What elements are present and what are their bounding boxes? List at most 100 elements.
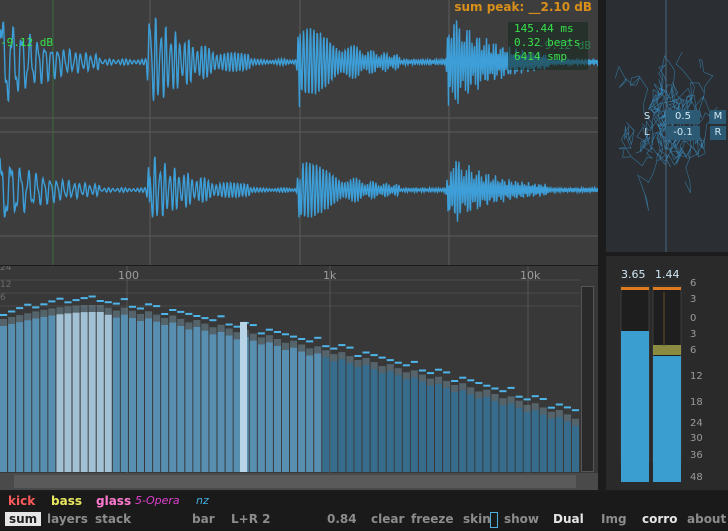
spectrum-bar (273, 346, 281, 472)
skin-button[interactable]: skin (463, 512, 491, 526)
about-button[interactable]: about (687, 512, 726, 526)
spectrum-peak (322, 345, 330, 348)
spectrum-bar (112, 317, 120, 472)
spectrum-bar-shadow (483, 389, 491, 397)
spectrum-bar-shadow (547, 411, 555, 419)
spectrum-bar (128, 317, 136, 472)
channel-mode-button[interactable]: L+R 2 (231, 512, 270, 526)
spectrum-bar-shadow (354, 360, 362, 367)
spectrum-bar (177, 325, 185, 472)
spectrum-bar-shadow (0, 319, 8, 326)
meter-right-hold (653, 345, 681, 355)
spectrum-peak (435, 368, 443, 371)
spectrum-peak (48, 300, 56, 303)
legend-nz[interactable]: nz (196, 494, 209, 507)
scrollbar-thumb[interactable] (14, 475, 576, 488)
sum-button[interactable]: sum (5, 512, 42, 526)
dual-button[interactable]: Dual (553, 512, 584, 526)
spectrum-bar-shadow (475, 391, 483, 399)
s-label: S (643, 111, 651, 122)
spectrum-peak (354, 355, 362, 357)
spectrum-peak (257, 332, 265, 335)
spectrum-bar-shadow (402, 372, 410, 380)
legend-5-opera[interactable]: 5-Opera (135, 494, 180, 507)
legend-kick[interactable]: kick (8, 494, 35, 508)
spectrum-peak (8, 310, 16, 313)
spectrum-bar-shadow (153, 314, 161, 322)
spectrum-bar (410, 377, 418, 472)
legend-glass[interactable]: glass (96, 494, 131, 508)
spectrum-peak (64, 301, 72, 304)
legend-bass[interactable]: bass (51, 494, 82, 508)
spectrum-bar (426, 385, 434, 472)
spectrum-peak (523, 398, 531, 401)
spectrum-bar-shadow (72, 305, 80, 313)
spectrum-bar (298, 351, 306, 472)
spectrum-panel[interactable]: 100 1k 10k 24 12 6 (0, 266, 598, 490)
db-tick-24: 24 (0, 266, 12, 273)
l-value: -0.1 (666, 126, 700, 140)
skin-swatch[interactable] (490, 512, 498, 528)
spectrum-bar-shadow (96, 305, 104, 312)
spectrum-bar-shadow (249, 333, 257, 341)
spectrum-vertical-scrollbar[interactable] (581, 286, 594, 472)
meter-scale-neg36: 36 (690, 450, 703, 461)
spectrum-bar (72, 312, 80, 472)
level-label: -9.12 dB (0, 36, 53, 49)
spectrum-bar (354, 367, 362, 472)
spectrum-bar-shadow (459, 383, 467, 391)
layers-button[interactable]: layers (47, 512, 88, 526)
clear-button[interactable]: clear (371, 512, 404, 526)
spectrum-bar (96, 312, 104, 472)
spectrum-peak (483, 384, 491, 387)
spectrum-bar-shadow (539, 407, 547, 415)
oscilloscope-panel[interactable]: -9.12 dB 145.44 ms 0.32 beats 6414 smp -… (0, 0, 598, 265)
spectrum-peak (80, 297, 88, 300)
spectrum-peak (330, 347, 338, 350)
bar-button[interactable]: bar (192, 512, 215, 526)
spectrum-peak (467, 379, 475, 382)
spectrum-bar (394, 375, 402, 472)
stack-button[interactable]: stack (95, 512, 131, 526)
meter-scale-3: 3 (690, 294, 697, 305)
spectrum-bar (201, 330, 209, 472)
spectrum-bar (451, 392, 459, 472)
spectrum-peak (128, 305, 136, 308)
spectrum-bar (136, 321, 144, 472)
meter-scale-neg6: 6 (690, 345, 697, 356)
spectrum-bar (257, 344, 265, 472)
spectrum-bar-shadow (467, 387, 475, 395)
spectrum-bar-shadow (330, 354, 338, 362)
spectrum-bar-shadow (435, 376, 443, 384)
spectrum-bar (249, 340, 257, 472)
spectrum-bar-shadow (410, 370, 418, 378)
spectrum-bar (322, 357, 330, 472)
db-tick-12: 12 (0, 280, 12, 290)
meter-scale-neg30: 30 (690, 433, 703, 444)
spectrum-bar-shadow (48, 308, 56, 316)
spectrum-bar-shadow (563, 414, 571, 422)
m-label: M (710, 110, 726, 124)
spectrum-bar (290, 347, 298, 472)
spectrum-bar-shadow (112, 310, 120, 318)
freq-label-100: 100 (118, 269, 139, 282)
freeze-button[interactable]: freeze (411, 512, 454, 526)
img-button[interactable]: Img (601, 512, 627, 526)
smoothing-value[interactable]: 0.84 (327, 512, 357, 526)
spectrum-peak (555, 403, 563, 406)
spectrum-bar (120, 314, 128, 472)
corro-button[interactable]: corro (642, 512, 677, 526)
spectrum-bar (402, 379, 410, 472)
spectrum-peak (136, 307, 144, 310)
spectrum-horizontal-scrollbar[interactable] (0, 473, 598, 490)
spectrum-bar (378, 373, 386, 472)
spectrum-bar-shadow (370, 362, 378, 370)
spectrum-peak (298, 338, 306, 340)
bottom-toolbar: sum layers stack bar L+R 2 0.84 clear fr… (0, 510, 728, 531)
spectrum-bar (547, 418, 555, 472)
vectorscope-panel[interactable]: S 0.5 M L -0.1 R (606, 0, 728, 252)
spectrum-bar-shadow (128, 310, 136, 318)
show-button[interactable]: show (504, 512, 539, 526)
spectrum-bar-shadow (201, 323, 209, 331)
spectrum-peak (386, 359, 394, 362)
